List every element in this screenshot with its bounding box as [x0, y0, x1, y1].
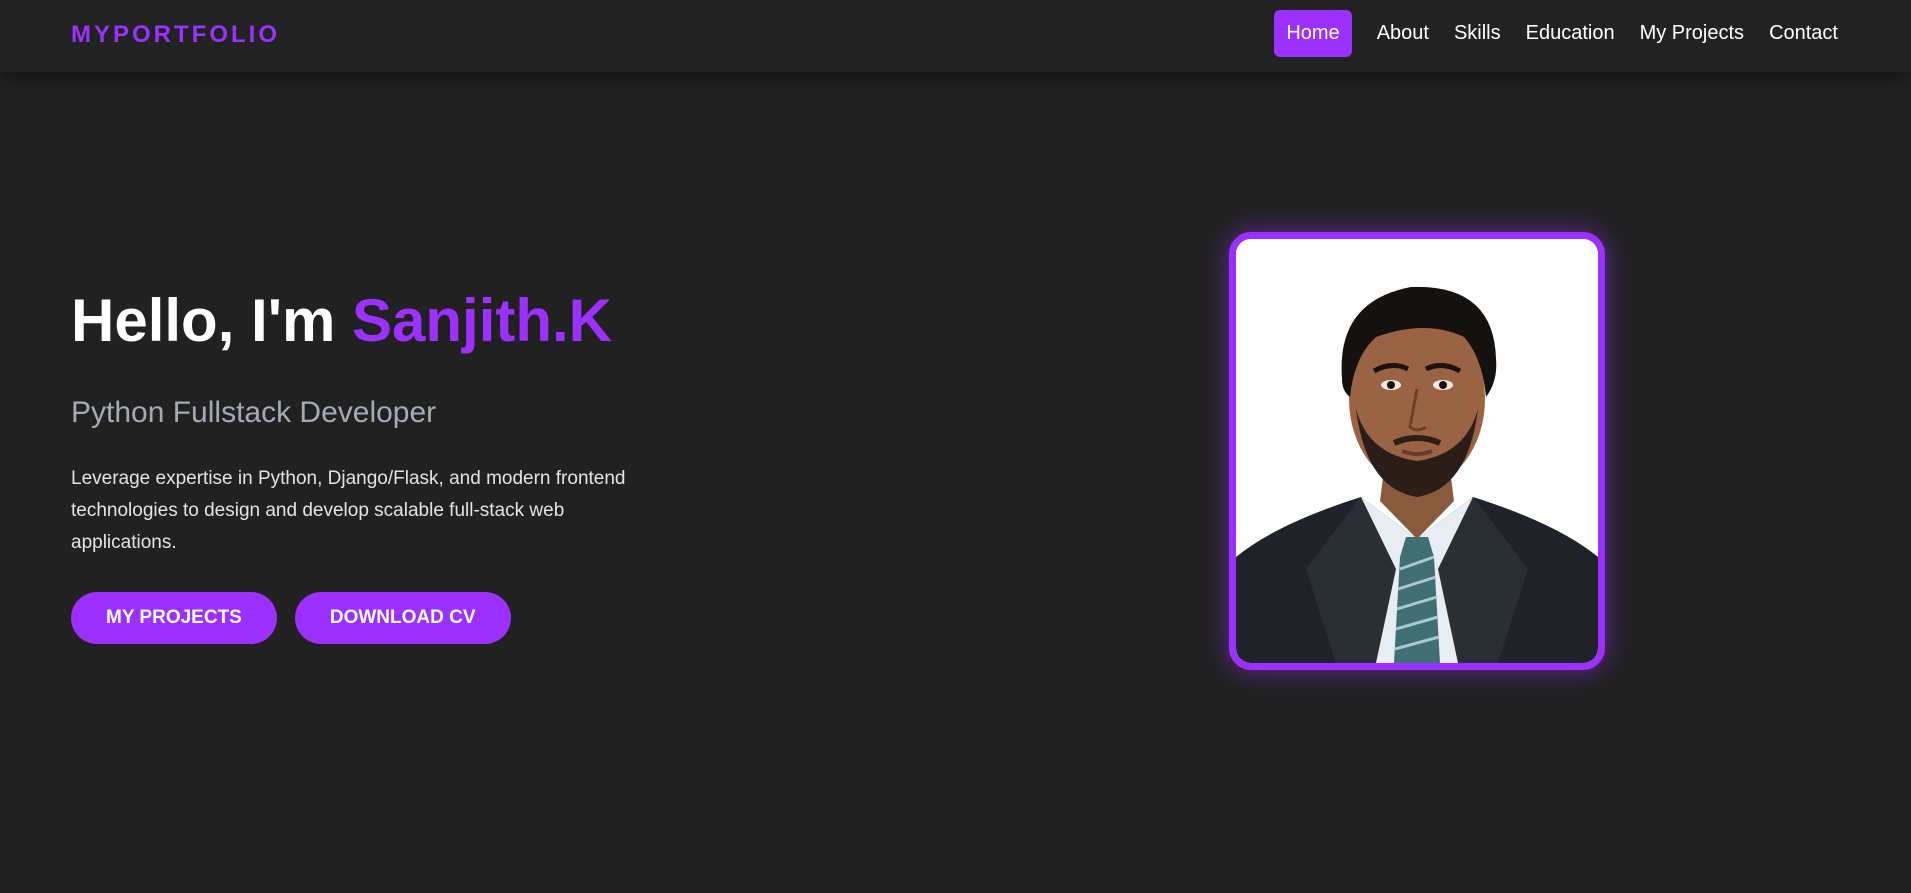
- hero-section: Hello, I'm Sanjith.K Python Fullstack De…: [71, 285, 711, 644]
- greeting-text: Hello, I'm: [71, 287, 352, 354]
- my-projects-button[interactable]: MY PROJECTS: [71, 592, 277, 644]
- nav-link-skills[interactable]: Skills: [1442, 10, 1513, 57]
- nav-link-home[interactable]: Home: [1274, 10, 1352, 57]
- hero-greeting: Hello, I'm Sanjith.K: [71, 285, 711, 357]
- hero-description: Leverage expertise in Python, Django/Fla…: [71, 468, 626, 553]
- hero-buttons: MY PROJECTS DOWNLOAD CV: [71, 592, 711, 644]
- hero-role: Python Fullstack Developer: [71, 396, 437, 429]
- nav-link-contact[interactable]: Contact: [1757, 10, 1850, 57]
- profile-portrait-image: [1236, 239, 1598, 663]
- site-logo[interactable]: MYPORTFOLIO: [71, 21, 280, 49]
- download-cv-button[interactable]: DOWNLOAD CV: [294, 592, 511, 644]
- profile-photo: [1229, 232, 1605, 670]
- nav-link-education[interactable]: Education: [1514, 10, 1627, 57]
- nav-links: Home About Skills Education My Projects …: [1273, 10, 1850, 57]
- nav-link-my-projects[interactable]: My Projects: [1628, 10, 1756, 57]
- nav-link-about[interactable]: About: [1365, 10, 1441, 57]
- hero-name: Sanjith.K: [352, 287, 613, 354]
- navbar: MYPORTFOLIO Home About Skills Education …: [0, 0, 1911, 72]
